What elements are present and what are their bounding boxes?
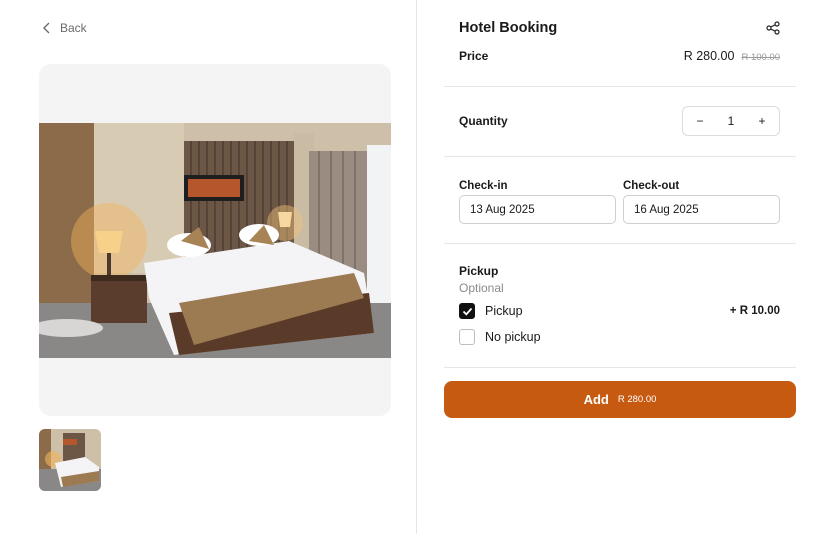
main-image-viewer[interactable] (39, 64, 391, 416)
no-pickup-option[interactable]: No pickup (459, 328, 780, 346)
decrement-button[interactable]: − (692, 114, 708, 128)
quantity-stepper[interactable]: − 1 + (682, 106, 780, 136)
pickup-option-control[interactable]: Pickup (459, 303, 523, 319)
header-row: Hotel Booking (459, 20, 780, 36)
hotel-room-photo (39, 123, 391, 358)
check-icon (462, 307, 472, 316)
price-label: Price (459, 49, 489, 63)
original-price: R 100.00 (741, 52, 780, 63)
chevron-left-icon (43, 22, 50, 34)
share-icon[interactable] (766, 21, 780, 35)
divider (444, 86, 796, 87)
no-pickup-checkbox[interactable] (459, 329, 475, 345)
divider (444, 156, 796, 157)
pickup-option-label: Pickup (485, 304, 523, 318)
checkout-field[interactable] (623, 195, 780, 224)
checkin-field[interactable] (459, 195, 616, 224)
divider (444, 243, 796, 244)
no-pickup-option-control[interactable]: No pickup (459, 329, 541, 345)
thumbnail-image (39, 429, 101, 491)
pickup-title: Pickup (459, 264, 499, 278)
current-price: R 280.00 (683, 49, 735, 63)
pickup-section: Pickup Optional Pickup + R 10.00 No pick… (459, 264, 780, 346)
checkin-group: Check-in (459, 180, 616, 224)
add-button-label: Add (583, 392, 609, 407)
divider (444, 367, 796, 368)
checkout-group: Check-out (623, 180, 780, 224)
thumbnail-1[interactable] (39, 429, 101, 491)
no-pickup-option-label: No pickup (485, 330, 541, 344)
quantity-value: 1 (727, 114, 735, 128)
add-button-price: R 280.00 (617, 394, 657, 405)
booking-panel: Hotel Booking Price R 280.00 R 100.00 Qu… (444, 0, 796, 534)
pickup-checkbox[interactable] (459, 303, 475, 319)
price-row: Price R 280.00 R 100.00 (459, 49, 780, 63)
price-values: R 280.00 R 100.00 (684, 49, 780, 63)
media-pane: Back (0, 0, 417, 534)
quantity-label: Quantity (459, 114, 508, 128)
pickup-option-price: + R 10.00 (729, 305, 780, 317)
pickup-subtitle: Optional (459, 281, 504, 295)
back-link[interactable]: Back (42, 21, 87, 35)
checkout-label: Check-out (623, 180, 680, 192)
back-label: Back (60, 21, 87, 35)
product-title: Hotel Booking (459, 20, 558, 36)
pickup-option[interactable]: Pickup + R 10.00 (459, 302, 780, 320)
quantity-row: Quantity − 1 + (459, 106, 780, 136)
add-button[interactable]: Add R 280.00 (444, 381, 796, 418)
increment-button[interactable]: + (754, 114, 770, 128)
date-fields: Check-in Check-out (459, 180, 780, 224)
checkin-label: Check-in (459, 180, 508, 192)
